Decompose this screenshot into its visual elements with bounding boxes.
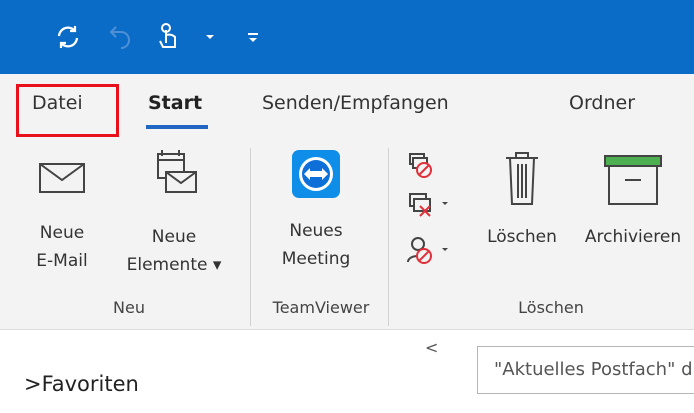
datei-highlight-box	[16, 84, 119, 137]
group-separator	[388, 148, 389, 326]
search-input[interactable]: "Aktuelles Postfach" durchsuchen	[477, 346, 694, 394]
trash-icon	[506, 152, 538, 205]
ignore-button[interactable]	[404, 150, 464, 180]
touch-mode-icon[interactable]	[152, 20, 186, 54]
cleanup-button[interactable]	[404, 190, 464, 220]
chevron-right-icon: >	[24, 372, 42, 396]
active-tab-indicator	[146, 125, 208, 129]
favorites-header[interactable]: >Favoriten	[24, 372, 139, 396]
new-items-icon	[157, 150, 197, 193]
tab-start[interactable]: Start	[148, 92, 202, 114]
group-label-neu: Neu	[113, 298, 145, 317]
group-label-teamviewer: TeamViewer	[272, 298, 370, 317]
cleanup-icon	[409, 193, 448, 217]
junk-icon	[407, 237, 448, 264]
group-label-loeschen: Löschen	[518, 298, 584, 317]
group-separator	[250, 148, 251, 326]
sync-icon[interactable]	[50, 20, 86, 54]
customize-icon[interactable]	[244, 20, 262, 54]
archive-icon	[604, 155, 662, 205]
tab-ordner[interactable]: Ordner	[569, 92, 635, 114]
archive-button[interactable]: Archivieren	[572, 150, 694, 251]
dropdown-icon[interactable]	[202, 20, 218, 54]
collapse-pane-icon[interactable]: <	[425, 338, 438, 357]
ignore-icon	[409, 153, 432, 178]
tab-senden-empfangen[interactable]: Senden/Empfangen	[262, 92, 449, 114]
teamviewer-icon	[292, 150, 340, 198]
favorites-label: Favoriten	[41, 372, 139, 396]
new-meeting-button[interactable]: Neues Meeting	[266, 146, 366, 273]
new-items-button[interactable]: Neue Elemente ▾	[114, 150, 234, 279]
new-email-button[interactable]: Neue E-Mail	[30, 152, 94, 275]
delete-button[interactable]: Löschen	[474, 150, 570, 251]
undo-icon[interactable]	[106, 20, 136, 54]
envelope-icon	[39, 163, 85, 193]
quick-access-toolbar	[0, 0, 694, 74]
junk-button[interactable]	[404, 234, 464, 268]
